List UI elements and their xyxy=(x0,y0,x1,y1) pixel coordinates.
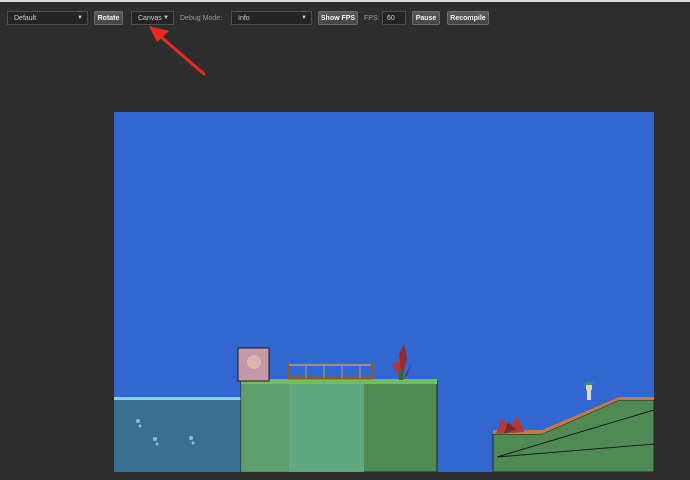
bubble-icon xyxy=(191,441,195,445)
debug-mode-select[interactable]: Info ▼ xyxy=(231,11,312,25)
fps-label: FPS: xyxy=(364,14,380,22)
debug-mode-label: Debug Mode: xyxy=(180,14,223,22)
bubble-icon xyxy=(138,424,142,428)
renderer-select-value: Canvas xyxy=(138,14,162,22)
crate-character-icon xyxy=(247,355,261,369)
chevron-down-icon: ▼ xyxy=(77,15,83,21)
preset-select[interactable]: Default ▼ xyxy=(7,11,88,25)
renderer-select[interactable]: Canvas ▼ xyxy=(131,11,174,25)
platform-grass-top xyxy=(241,379,437,384)
recompile-button[interactable]: Recompile xyxy=(447,11,489,25)
show-fps-button[interactable]: Show FPS xyxy=(318,11,358,25)
rotate-button[interactable]: Rotate xyxy=(94,11,123,25)
plant-sprite xyxy=(392,344,412,380)
debug-mode-select-value: Info xyxy=(238,14,250,22)
platform-highlight xyxy=(289,382,364,472)
game-canvas[interactable] xyxy=(114,112,654,472)
fps-input[interactable]: 60 xyxy=(382,11,406,25)
red-bush-sprite xyxy=(496,416,524,434)
preset-select-value: Default xyxy=(14,14,37,22)
slope-terrain xyxy=(492,399,654,472)
bubble-icon xyxy=(189,436,193,440)
rope-bridge xyxy=(287,363,373,380)
annotation-arrow-shaft xyxy=(158,34,206,76)
water-surface xyxy=(114,397,242,400)
window-top-border xyxy=(0,0,690,2)
chevron-down-icon: ▼ xyxy=(163,15,169,21)
water-pool xyxy=(114,399,242,472)
game-scene xyxy=(114,344,654,472)
bubble-icon xyxy=(136,419,140,423)
chevron-down-icon: ▼ xyxy=(301,15,307,21)
pause-button[interactable]: Pause xyxy=(412,11,440,25)
bubble-icon xyxy=(155,442,159,446)
toolbar: Default ▼ Rotate Canvas ▼ Debug Mode: In… xyxy=(0,8,690,30)
bubble-icon xyxy=(153,437,157,441)
player-sprite xyxy=(585,382,593,400)
